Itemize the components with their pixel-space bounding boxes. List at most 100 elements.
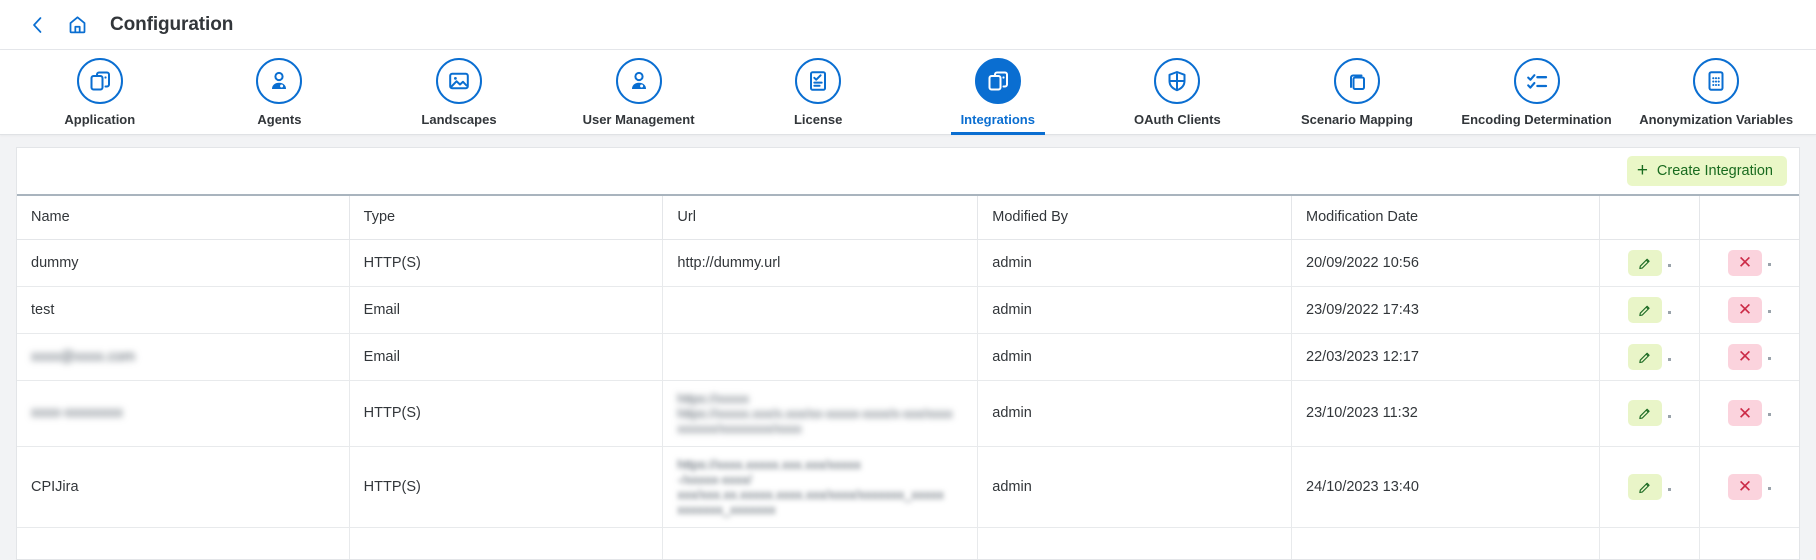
edit-row-button[interactable]: [1628, 473, 1663, 500]
row-separator-dot: [1767, 356, 1771, 360]
table-row[interactable]: CPIJira HTTP(S) https://xxxx.xxxxx.xxx.x…: [17, 446, 1799, 528]
tab-label: User Management: [582, 112, 695, 127]
cell-name: xxxx@xxxx.com: [17, 333, 350, 381]
row-separator-dot: [1668, 488, 1672, 492]
table-row[interactable]: test Email admin 23/09/2022 17:43 ✕: [17, 286, 1799, 334]
cell-modification-date: 23/10/2023 11:32: [1291, 380, 1601, 447]
plus-icon: +: [1636, 159, 1648, 181]
cell-edit: [1599, 380, 1700, 447]
redacted-name: xxxx@xxxx.com: [31, 348, 136, 365]
table-row[interactable]: xxxx@xxxx.com Email admin 22/03/2023 12:…: [17, 333, 1799, 381]
title-bar: Configuration: [0, 0, 1816, 50]
cell-url: https://xxxxx https://xxxxx.xxx/x.xxx/xx…: [662, 380, 979, 447]
tab-label: OAuth Clients: [1134, 112, 1221, 127]
tab-label: Anonymization Variables: [1639, 112, 1794, 127]
cell-modification-date: 22/03/2023 12:17: [1291, 333, 1601, 381]
tab-landscapes[interactable]: Landscapes: [369, 50, 549, 135]
cell-url: [662, 333, 979, 381]
tab-oauth-clients[interactable]: OAuth Clients: [1088, 50, 1268, 135]
integrations-table: Name Type Url Modified By Modification D…: [17, 194, 1799, 559]
user-agent-icon: [256, 58, 303, 104]
tab-integrations[interactable]: Integrations: [908, 50, 1088, 135]
table-row[interactable]: dummy HTTP(S) http://dummy.url admin 20/…: [17, 239, 1799, 287]
cell-modification-date: 20/09/2022 10:56: [1291, 239, 1601, 287]
user-settings-icon: [615, 58, 662, 104]
close-x-icon: ✕: [1737, 477, 1753, 496]
redacted-url: https://xxxx.xxxxx.xxx.xxx/xxxxx -/xxxxx…: [677, 456, 944, 517]
cell-empty: [17, 527, 350, 559]
page-title: Configuration: [110, 13, 234, 35]
cell-name: dummy: [17, 239, 350, 287]
cell-edit: [1599, 239, 1700, 287]
redacted-name: xxxx-xxxxxxxx: [31, 405, 123, 421]
tab-label: Integrations: [960, 112, 1035, 127]
configuration-page: Configuration Application Agents Landsca…: [0, 0, 1816, 560]
column-header-type[interactable]: Type: [349, 194, 664, 240]
cell-type: HTTP(S): [349, 446, 664, 528]
cell-empty: [349, 527, 664, 559]
tab-user-management[interactable]: User Management: [549, 50, 729, 135]
tab-scenario-mapping[interactable]: Scenario Mapping: [1267, 50, 1447, 135]
duplicate-pages-icon: [1333, 58, 1380, 104]
row-separator-dot: [1668, 414, 1672, 418]
back-button[interactable]: [22, 10, 52, 40]
tab-label: Scenario Mapping: [1300, 112, 1413, 127]
tab-agents[interactable]: Agents: [190, 50, 370, 135]
column-header-modification-date[interactable]: Modification Date: [1291, 194, 1601, 240]
column-header-name[interactable]: Name: [17, 194, 350, 240]
home-button[interactable]: [60, 10, 94, 40]
image-landscape-icon: [435, 58, 482, 104]
row-separator-dot: [1767, 413, 1771, 417]
tab-label: Agents: [257, 112, 302, 127]
home-icon: [69, 16, 85, 34]
row-separator-dot: [1767, 486, 1771, 490]
pencil-icon: [1639, 352, 1650, 363]
tab-license[interactable]: License: [728, 50, 908, 135]
edit-row-button[interactable]: [1628, 400, 1663, 426]
column-header-modified-by[interactable]: Modified By: [977, 194, 1293, 240]
delete-row-button[interactable]: ✕: [1727, 249, 1762, 276]
cell-delete: ✕: [1699, 446, 1799, 528]
table-header-row: Name Type Url Modified By Modification D…: [17, 194, 1799, 240]
edit-row-button[interactable]: [1628, 249, 1663, 276]
tab-anonymization-variables[interactable]: Anonymization Variables: [1626, 50, 1806, 135]
cell-modified-by: admin: [977, 446, 1293, 528]
tab-label: Landscapes: [421, 112, 497, 127]
edit-row-button[interactable]: [1628, 343, 1663, 370]
cell-type: HTTP(S): [349, 239, 664, 287]
configuration-tabs: Application Agents Landscapes User Manag…: [0, 50, 1816, 135]
row-separator-dot: [1668, 311, 1672, 315]
edit-row-button[interactable]: [1628, 296, 1663, 323]
table-row-empty: [17, 527, 1799, 559]
row-separator-dot: [1668, 358, 1672, 362]
cell-url: http://dummy.url: [662, 239, 979, 287]
cell-name: xxxx-xxxxxxxx: [17, 380, 350, 447]
column-header-edit: [1599, 194, 1700, 240]
panel-toolbar: + Create Integration: [17, 148, 1799, 194]
delete-row-button[interactable]: ✕: [1727, 296, 1762, 323]
cell-modified-by: admin: [977, 239, 1293, 287]
delete-row-button[interactable]: ✕: [1727, 473, 1762, 500]
row-separator-dot: [1668, 264, 1672, 268]
tab-label: License: [793, 112, 843, 127]
table-row[interactable]: xxxx-xxxxxxxx HTTP(S) https://xxxxx http…: [17, 380, 1799, 447]
content-area: + Create Integration Name Type Url Modif…: [0, 135, 1816, 560]
tab-application[interactable]: Application: [10, 50, 190, 135]
cell-type: Email: [349, 333, 664, 381]
cell-url: [662, 286, 979, 334]
create-integration-button[interactable]: + Create Integration: [1626, 156, 1787, 186]
cell-delete: ✕: [1699, 333, 1799, 381]
column-header-url[interactable]: Url: [662, 194, 979, 240]
cell-modified-by: admin: [977, 333, 1293, 381]
close-x-icon: ✕: [1737, 403, 1753, 423]
delete-row-button[interactable]: ✕: [1727, 400, 1762, 426]
delete-row-button[interactable]: ✕: [1727, 343, 1762, 370]
cell-empty: [1291, 527, 1601, 559]
cell-type: Email: [349, 286, 664, 334]
table-header: Name Type Url Modified By Modification D…: [17, 194, 1799, 240]
cell-edit: [1599, 333, 1700, 381]
tab-encoding-determination[interactable]: Encoding Determination: [1447, 50, 1627, 135]
cell-url: https://xxxx.xxxxx.xxx.xxx/xxxxx -/xxxxx…: [662, 446, 979, 528]
close-x-icon: ✕: [1737, 347, 1753, 366]
integrations-panel: + Create Integration Name Type Url Modif…: [16, 147, 1800, 560]
